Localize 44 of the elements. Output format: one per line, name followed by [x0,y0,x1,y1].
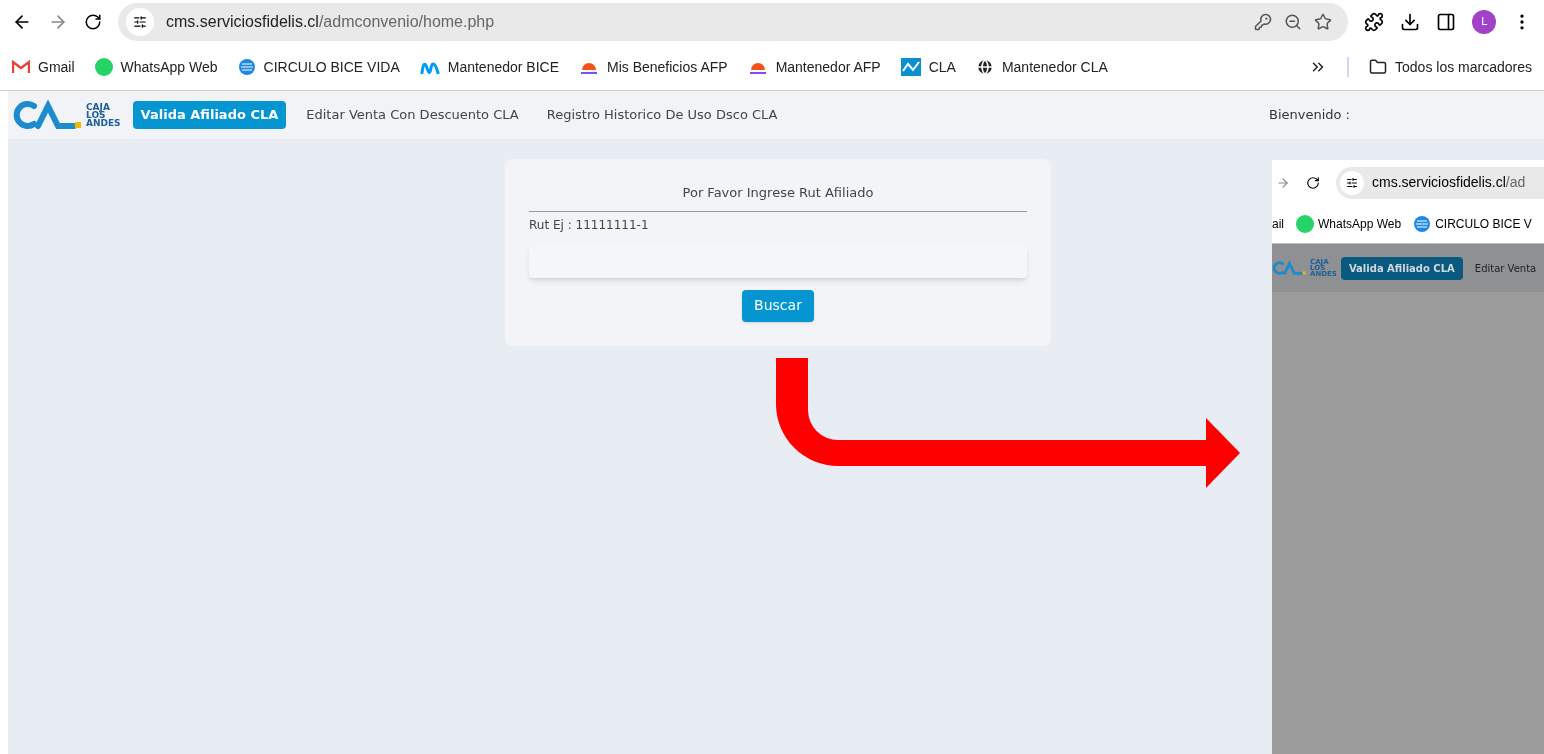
site-info-icon[interactable] [126,8,154,36]
form-title: Por Favor Ingrese Rut Afiliado [529,183,1027,212]
logo-text: LOS [86,110,106,120]
field-label: Rut Ej : 11111111-1 [529,216,650,234]
bookmark-link[interactable]: WhatsApp Web [94,56,218,78]
key-icon[interactable] [1254,13,1272,31]
site-info-icon [1340,170,1364,195]
m-logo-icon [419,60,440,74]
mail-icon [12,60,30,74]
bookmark-folder[interactable]: Todos los marcadores [1369,56,1532,78]
bookmark-link[interactable]: CLA [900,56,956,78]
rut-input-field[interactable] [529,245,1027,278]
nav-link[interactable]: Editar Venta [1466,256,1544,280]
url-text: cms.serviciosfidelis.cl/ad [1372,173,1526,192]
reload-icon[interactable] [84,13,102,31]
logo-icon [12,100,82,130]
logo-icon [1272,259,1306,277]
bookmark-link[interactable]: Mis Beneficios AFP [579,56,728,78]
star-icon[interactable] [1314,13,1332,31]
nav-link[interactable]: Valida Afiliado CLA [1340,256,1463,280]
reload-icon [1306,175,1320,190]
extensions-icon[interactable] [1364,12,1384,32]
bookmark-link[interactable]: Mantenedor BICE [419,56,559,78]
nav-link[interactable]: Registro Historico De Uso Dsco CLA [538,101,786,129]
bookmark-link[interactable]: CIRCULO BICE VIDA [237,56,400,78]
side-panel-icon[interactable] [1436,12,1456,32]
welcome-text: Bienvenido : [1268,106,1350,125]
bookmark-link[interactable]: Gmail [12,56,75,78]
folder-icon [1369,58,1388,76]
profile-avatar[interactable]: L [1472,10,1496,34]
nav-link[interactable]: Editar Venta Con Descuento CLA [298,101,527,129]
globe-icon [975,58,994,76]
logo-text: CAJA [86,102,111,111]
bookmark-link[interactable]: Mantenedor CLA [975,56,1108,78]
address-bar[interactable]: cms.serviciosfidelis.cl/admconvenio/home.php [118,3,1348,41]
forward-icon [1276,175,1290,190]
download-icon[interactable] [1400,12,1420,32]
logo-text: ANDES [86,119,121,128]
wave-icon [900,58,921,76]
bookmark-link[interactable]: Mantenedor AFP [747,56,881,78]
striped-circle-icon [237,58,256,76]
striped-circle-icon [1413,215,1432,233]
zoom-out-icon[interactable] [1284,13,1302,31]
url-text: cms.serviciosfidelis.cl/admconvenio/home.php [166,12,495,32]
